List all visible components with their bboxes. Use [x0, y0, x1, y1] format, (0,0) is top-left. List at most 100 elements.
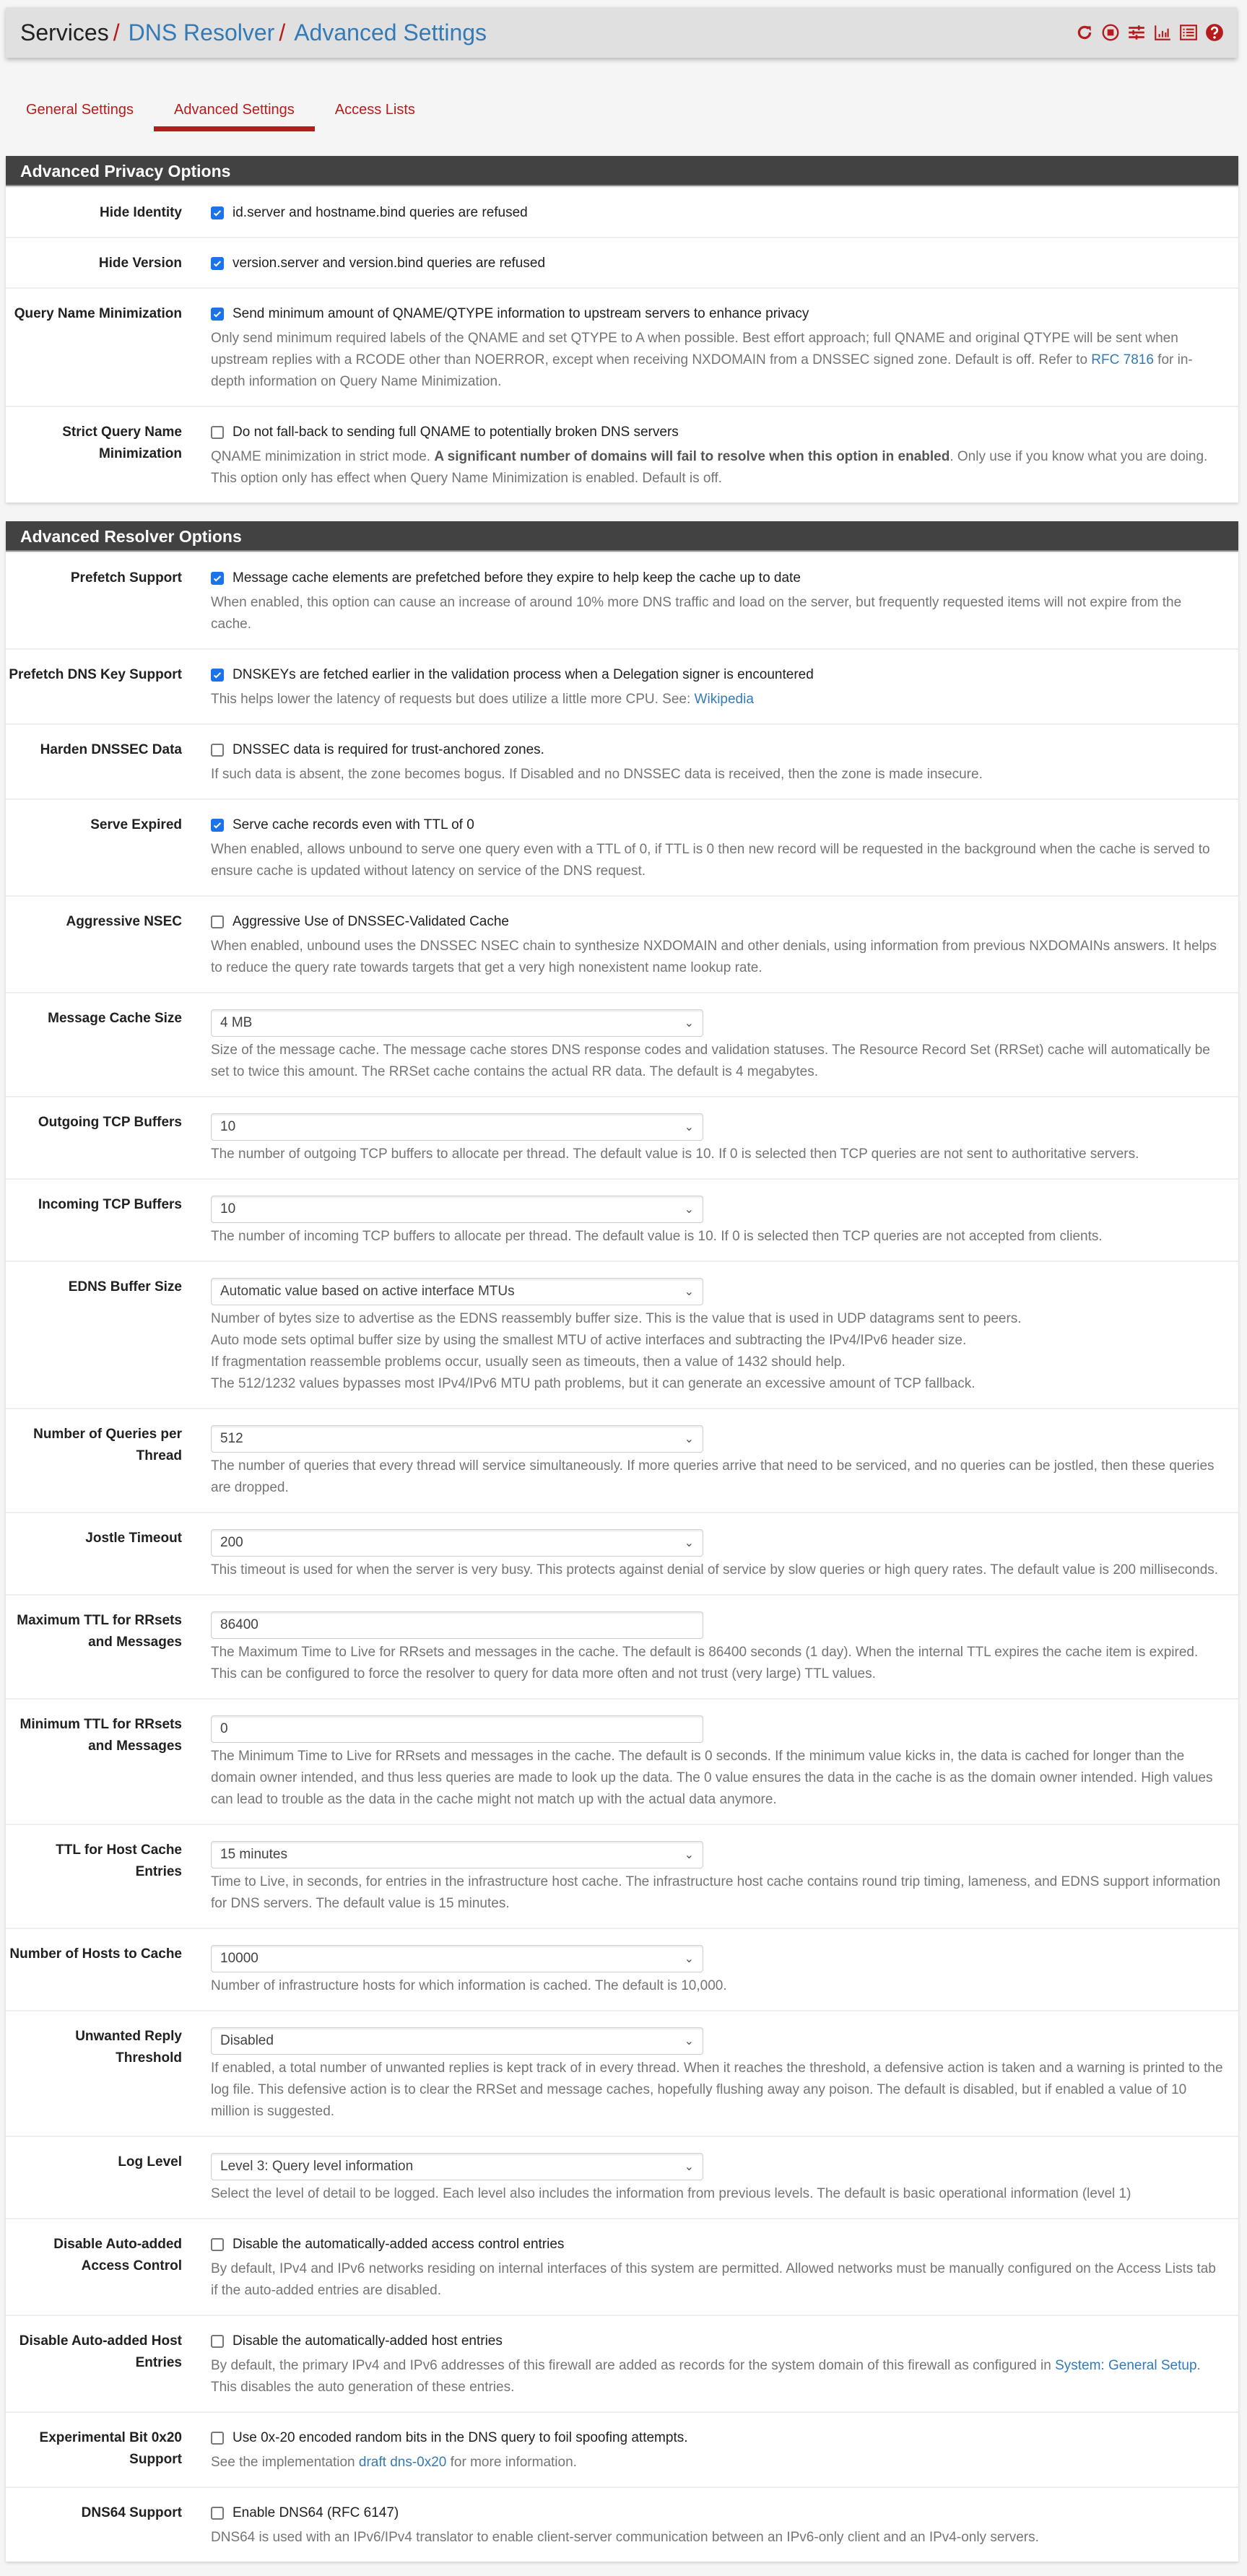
help-text: Only send minimum required labels of the…: [211, 328, 1224, 393]
dns64-checkbox-line[interactable]: Enable DNS64 (RFC 6147): [211, 2502, 1224, 2524]
disable-host-checkbox-line[interactable]: Disable the automatically-added host ent…: [211, 2331, 1224, 2352]
help-text: The Minimum Time to Live for RRsets and …: [211, 1749, 1213, 1807]
chart-icon[interactable]: [1153, 23, 1172, 42]
help-text: Size of the message cache. The message c…: [211, 1043, 1210, 1079]
serve-expired-checkbox[interactable]: [211, 819, 224, 832]
disable-host-checkbox[interactable]: [211, 2335, 224, 2348]
strict-qname-checkbox-line[interactable]: Do not fall-back to sending full QNAME t…: [211, 422, 1224, 443]
select-value: 512: [220, 1431, 243, 1446]
rfc-7816-link[interactable]: RFC 7816: [1091, 352, 1154, 367]
help-text: By default, IPv4 and IPv6 networks resid…: [211, 2261, 1216, 2298]
edns-buffer-select[interactable]: Automatic value based on active interfac…: [211, 1278, 703, 1305]
checkbox-label: DNSSEC data is required for trust-anchor…: [233, 742, 544, 757]
breadcrumb-separator: /: [113, 19, 120, 45]
reload-icon[interactable]: [1075, 23, 1094, 42]
host-cache-ttl-select[interactable]: 15 minutes ⌄: [211, 1841, 703, 1868]
help-text-part: This helps lower the latency of requests…: [211, 692, 695, 707]
jostle-timeout-row: Jostle Timeout 200 ⌄ This timeout is used…: [6, 1512, 1238, 1594]
incoming-tcp-select[interactable]: 10 ⌄: [211, 1196, 703, 1223]
help-icon[interactable]: [1205, 23, 1224, 42]
hide-version-row: Hide Version version.server and version.…: [6, 237, 1238, 287]
chevron-down-icon: ⌄: [684, 1953, 694, 1965]
breadcrumb-dns-resolver[interactable]: DNS Resolver: [129, 19, 275, 46]
aggressive-nsec-checkbox[interactable]: [211, 915, 224, 928]
prefetch-key-checkbox[interactable]: [211, 669, 224, 682]
hide-version-checkbox-line[interactable]: version.server and version.bind queries …: [211, 253, 1224, 274]
breadcrumb-advanced-settings[interactable]: Advanced Settings: [294, 19, 487, 46]
outgoing-tcp-select[interactable]: 10 ⌄: [211, 1113, 703, 1141]
aggressive-nsec-row: Aggressive NSEC Aggressive Use of DNSSEC…: [6, 895, 1238, 992]
help-text: If enabled, a total number of unwanted r…: [211, 2061, 1223, 2119]
help-line: If fragmentation reassemble problems occ…: [211, 1354, 846, 1370]
log-level-select[interactable]: Level 3: Query level information ⌄: [211, 2153, 703, 2180]
min-ttl-row: Minimum TTL for RRsets and Messages 0 Th…: [6, 1698, 1238, 1824]
serve-expired-checkbox-line[interactable]: Serve cache records even with TTL of 0: [211, 814, 1224, 836]
jostle-timeout-select[interactable]: 200 ⌄: [211, 1529, 703, 1557]
list-icon[interactable]: [1179, 23, 1198, 42]
harden-checkbox-line[interactable]: DNSSEC data is required for trust-anchor…: [211, 739, 1224, 761]
checkbox-label: Disable the automatically-added host ent…: [233, 2333, 503, 2349]
num-hosts-select[interactable]: 10000 ⌄: [211, 1945, 703, 1972]
help-text: When enabled, this option can cause an i…: [211, 595, 1182, 632]
strict-qname-checkbox[interactable]: [211, 426, 224, 439]
bit0x20-checkbox[interactable]: [211, 2432, 224, 2445]
disable-acl-checkbox-line[interactable]: Disable the automatically-added access c…: [211, 2234, 1224, 2255]
help-text-part: QNAME minimization in strict mode.: [211, 449, 435, 464]
hide-identity-checkbox[interactable]: [211, 206, 224, 219]
dns64-checkbox[interactable]: [211, 2507, 224, 2520]
checkbox-label: Serve cache records even with TTL of 0: [233, 817, 474, 832]
disable-acl-row: Disable Auto-added Access Control Disabl…: [6, 2218, 1238, 2315]
query-name-minimization-row: Query Name Minimization Send minimum amo…: [6, 287, 1238, 406]
qname-min-checkbox-line[interactable]: Send minimum amount of QNAME/QTYPE infor…: [211, 303, 1224, 325]
select-value: 10000: [220, 1951, 258, 1966]
field-label: DNS64 Support: [81, 2505, 182, 2520]
help-text: The number of incoming TCP buffers to al…: [211, 1229, 1103, 1244]
bit0x20-row: Experimental Bit 0x20 Support Use 0x-20 …: [6, 2411, 1238, 2486]
tab-advanced-settings[interactable]: Advanced Settings: [153, 94, 315, 131]
field-label: Log Level: [118, 2154, 182, 2170]
page-header: Services / DNS Resolver / Advanced Setti…: [6, 7, 1237, 58]
prefetch-key-row: Prefetch DNS Key Support DNSKEYs are fet…: [6, 648, 1238, 723]
message-cache-size-select[interactable]: 4 MB ⌄: [211, 1009, 703, 1037]
unwanted-reply-select[interactable]: Disabled ⌄: [211, 2027, 703, 2055]
aggressive-nsec-checkbox-line[interactable]: Aggressive Use of DNSSEC-Validated Cache: [211, 911, 1224, 933]
help-text-part: Only send minimum required labels of the…: [211, 331, 1178, 367]
sliders-icon[interactable]: [1127, 23, 1146, 42]
message-cache-size-row: Message Cache Size 4 MB ⌄ Size of the mes…: [6, 992, 1238, 1096]
tab-access-lists[interactable]: Access Lists: [315, 94, 435, 131]
checkbox-label: version.server and version.bind queries …: [233, 256, 546, 271]
qname-min-checkbox[interactable]: [211, 308, 224, 321]
disable-acl-checkbox[interactable]: [211, 2238, 224, 2251]
checkbox-label: Send minimum amount of QNAME/QTYPE infor…: [233, 306, 809, 321]
general-setup-link[interactable]: System: General Setup: [1055, 2358, 1196, 2373]
prefetch-checkbox[interactable]: [211, 572, 224, 585]
bit0x20-checkbox-line[interactable]: Use 0x-20 encoded random bits in the DNS…: [211, 2427, 1224, 2449]
prefetch-key-checkbox-line[interactable]: DNSKEYs are fetched earlier in the valid…: [211, 664, 1224, 686]
help-text: When enabled, unbound uses the DNSSEC NS…: [211, 939, 1217, 975]
field-label: Maximum TTL for RRsets and Messages: [17, 1613, 182, 1650]
prefetch-checkbox-line[interactable]: Message cache elements are prefetched be…: [211, 567, 1224, 589]
hide-version-checkbox[interactable]: [211, 257, 224, 270]
field-label: Minimum TTL for RRsets and Messages: [19, 1717, 183, 1754]
help-text: The number of queries that every thread …: [211, 1458, 1215, 1495]
disable-host-row: Disable Auto-added Host Entries Disable …: [6, 2315, 1238, 2411]
checkbox-label: Use 0x-20 encoded random bits in the DNS…: [233, 2430, 688, 2445]
help-text-part: By default, the primary IPv4 and IPv6 ad…: [211, 2358, 1056, 2373]
panel-heading: Advanced Privacy Options: [6, 156, 1238, 186]
host-cache-ttl-row: TTL for Host Cache Entries 15 minutes ⌄ T…: [6, 1824, 1238, 1928]
hide-identity-checkbox-line[interactable]: id.server and hostname.bind queries are …: [211, 202, 1224, 224]
min-ttl-input[interactable]: 0: [211, 1715, 703, 1743]
wikipedia-link[interactable]: Wikipedia: [695, 692, 754, 707]
input-value: 86400: [220, 1617, 258, 1632]
queries-per-thread-select[interactable]: 512 ⌄: [211, 1425, 703, 1453]
draft-dns-0x20-link[interactable]: draft dns-0x20: [359, 2455, 446, 2470]
stop-icon[interactable]: [1101, 23, 1120, 42]
field-label: Aggressive NSEC: [66, 914, 182, 929]
tab-general-settings[interactable]: General Settings: [6, 94, 154, 131]
field-label: Disable Auto-added Access Control: [53, 2237, 182, 2273]
harden-dnssec-checkbox[interactable]: [211, 744, 224, 757]
checkbox-label: Enable DNS64 (RFC 6147): [233, 2505, 399, 2520]
checkbox-label: Aggressive Use of DNSSEC-Validated Cache: [233, 914, 509, 929]
max-ttl-input[interactable]: 86400: [211, 1611, 703, 1639]
max-ttl-row: Maximum TTL for RRsets and Messages 8640…: [6, 1594, 1238, 1698]
